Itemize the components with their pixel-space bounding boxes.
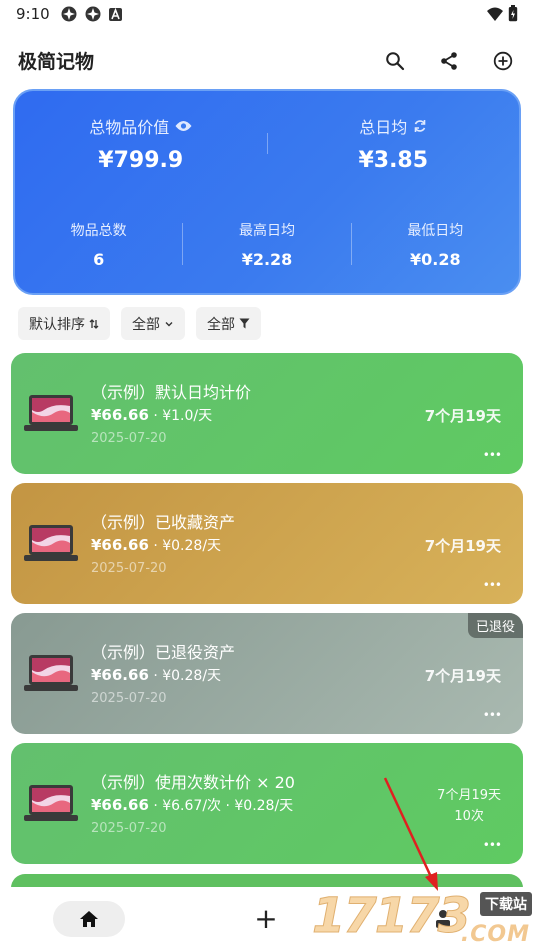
- min-daily-stat: 最低日均 ¥0.28: [352, 209, 519, 279]
- max-daily-label: 最高日均: [238, 222, 295, 239]
- item-rate: · ¥6.67/次 · ¥0.28/天: [148, 798, 294, 814]
- item-date: 2025-07-20: [91, 821, 167, 836]
- item-rate: · ¥0.28/天: [148, 668, 222, 684]
- wifi-icon: [487, 7, 503, 21]
- item-date: 2025-07-20: [91, 691, 167, 706]
- laptop-icon: [24, 655, 78, 691]
- retired-badge: 已退役: [467, 613, 523, 638]
- item-name: （示例）默认日均计价: [91, 383, 252, 402]
- item-count-stat: 物品总数 6: [15, 209, 182, 279]
- item-date: 2025-07-20: [91, 431, 167, 446]
- item-date: 2025-07-20: [91, 561, 167, 576]
- item-price-line: ¥66.66 · ¥0.28/天: [91, 665, 221, 685]
- search-icon: [386, 52, 405, 71]
- add-circle-icon: [493, 51, 513, 71]
- item-duration: 7个月19天: [424, 667, 501, 685]
- category-chip[interactable]: 全部: [121, 307, 185, 340]
- status-notification-icons: [60, 5, 123, 23]
- watermark-logo: 17173 下载站 .COM: [312, 886, 534, 950]
- home-icon: [80, 911, 98, 927]
- watermark-domain: .COM: [460, 922, 530, 947]
- status-time: 9:10: [16, 5, 50, 23]
- item-name: （示例）使用次数计价 × 20: [91, 773, 295, 792]
- plus-icon: +: [254, 902, 278, 935]
- eye-icon[interactable]: [175, 120, 192, 132]
- header-actions: [378, 44, 520, 78]
- item-rate: · ¥1.0/天: [148, 408, 213, 424]
- min-daily-value: ¥0.28: [410, 249, 461, 269]
- more-options-icon[interactable]: •••: [483, 838, 502, 852]
- app-header: 极简记物: [0, 40, 534, 80]
- total-value-stat: 总物品价值 ¥799.9: [15, 91, 267, 196]
- laptop-icon: [24, 785, 78, 821]
- summary-card: 总物品价值 ¥799.9 总日均 ¥3.85 物品总数 6 最高日均 ¥2.28…: [13, 89, 521, 295]
- item-card[interactable]: （示例）已收藏资产 ¥66.66 · ¥0.28/天 2025-07-20 7个…: [11, 483, 523, 604]
- status-system-icons: [486, 5, 518, 22]
- sort-chip-label: 默认排序: [29, 316, 85, 333]
- nav-add-button[interactable]: +: [248, 901, 284, 937]
- share-icon: [441, 52, 457, 70]
- daily-average-value: ¥3.85: [358, 148, 429, 173]
- item-card[interactable]: 已退役 （示例）已退役资产 ¥66.66 · ¥0.28/天 2025-07-2…: [11, 613, 523, 734]
- annotation-arrow: [383, 777, 438, 891]
- more-options-icon[interactable]: •••: [483, 448, 502, 462]
- sort-chip[interactable]: 默认排序: [18, 307, 110, 340]
- item-name: （示例）已退役资产: [91, 643, 236, 662]
- page-title: 极简记物: [18, 50, 95, 73]
- share-button[interactable]: [432, 44, 466, 78]
- item-price: ¥66.66: [91, 536, 149, 554]
- item-price-line: ¥66.66 · ¥0.28/天: [91, 535, 221, 555]
- app-notification-icon: [85, 6, 101, 22]
- min-daily-label: 最低日均: [407, 222, 464, 239]
- watermark-digits: 17173: [312, 888, 472, 945]
- total-value: ¥799.9: [98, 148, 184, 173]
- sort-icon: [89, 318, 99, 329]
- search-button[interactable]: [378, 44, 412, 78]
- more-options-icon[interactable]: •••: [483, 578, 502, 592]
- item-price: ¥66.66: [91, 796, 149, 814]
- a-box-icon: [108, 7, 122, 21]
- status-filter-label: 全部: [207, 316, 235, 333]
- category-chip-label: 全部: [132, 316, 160, 333]
- item-card[interactable]: （示例）默认日均计价 ¥66.66 · ¥1.0/天 2025-07-20 7个…: [11, 353, 523, 474]
- item-count-label: 物品总数: [70, 222, 127, 239]
- item-duration: 7个月19天: [424, 537, 501, 555]
- watermark-label: 下载站: [480, 892, 532, 916]
- filter-icon: [239, 318, 250, 329]
- total-value-label: 总物品价值: [89, 118, 170, 137]
- daily-average-label: 总日均: [359, 118, 408, 137]
- item-name: （示例）已收藏资产: [91, 513, 236, 532]
- item-count-value: 6: [93, 249, 105, 269]
- daily-average-stat: 总日均 ¥3.85: [268, 91, 520, 196]
- battery-icon: [508, 5, 518, 22]
- refresh-icon[interactable]: [413, 119, 427, 133]
- item-price-line: ¥66.66 · ¥6.67/次 · ¥0.28/天: [91, 795, 293, 815]
- more-options-icon[interactable]: •••: [483, 708, 502, 722]
- item-rate: · ¥0.28/天: [148, 538, 222, 554]
- add-item-button[interactable]: [486, 44, 520, 78]
- max-daily-value: ¥2.28: [241, 249, 293, 269]
- filter-bar: 默认排序 全部 全部: [18, 307, 261, 340]
- item-duration: 7个月19天: [424, 407, 501, 425]
- laptop-icon: [24, 395, 78, 431]
- nav-home-button[interactable]: [53, 901, 125, 937]
- app-notification-icon: [61, 6, 77, 22]
- item-price: ¥66.66: [91, 406, 149, 424]
- max-daily-stat: 最高日均 ¥2.28: [183, 209, 350, 279]
- status-bar: 9:10: [0, 0, 534, 28]
- laptop-icon: [24, 525, 78, 561]
- item-price: ¥66.66: [91, 666, 149, 684]
- chevron-down-icon: [165, 321, 173, 326]
- status-filter-chip[interactable]: 全部: [196, 307, 261, 340]
- item-price-line: ¥66.66 · ¥1.0/天: [91, 405, 212, 425]
